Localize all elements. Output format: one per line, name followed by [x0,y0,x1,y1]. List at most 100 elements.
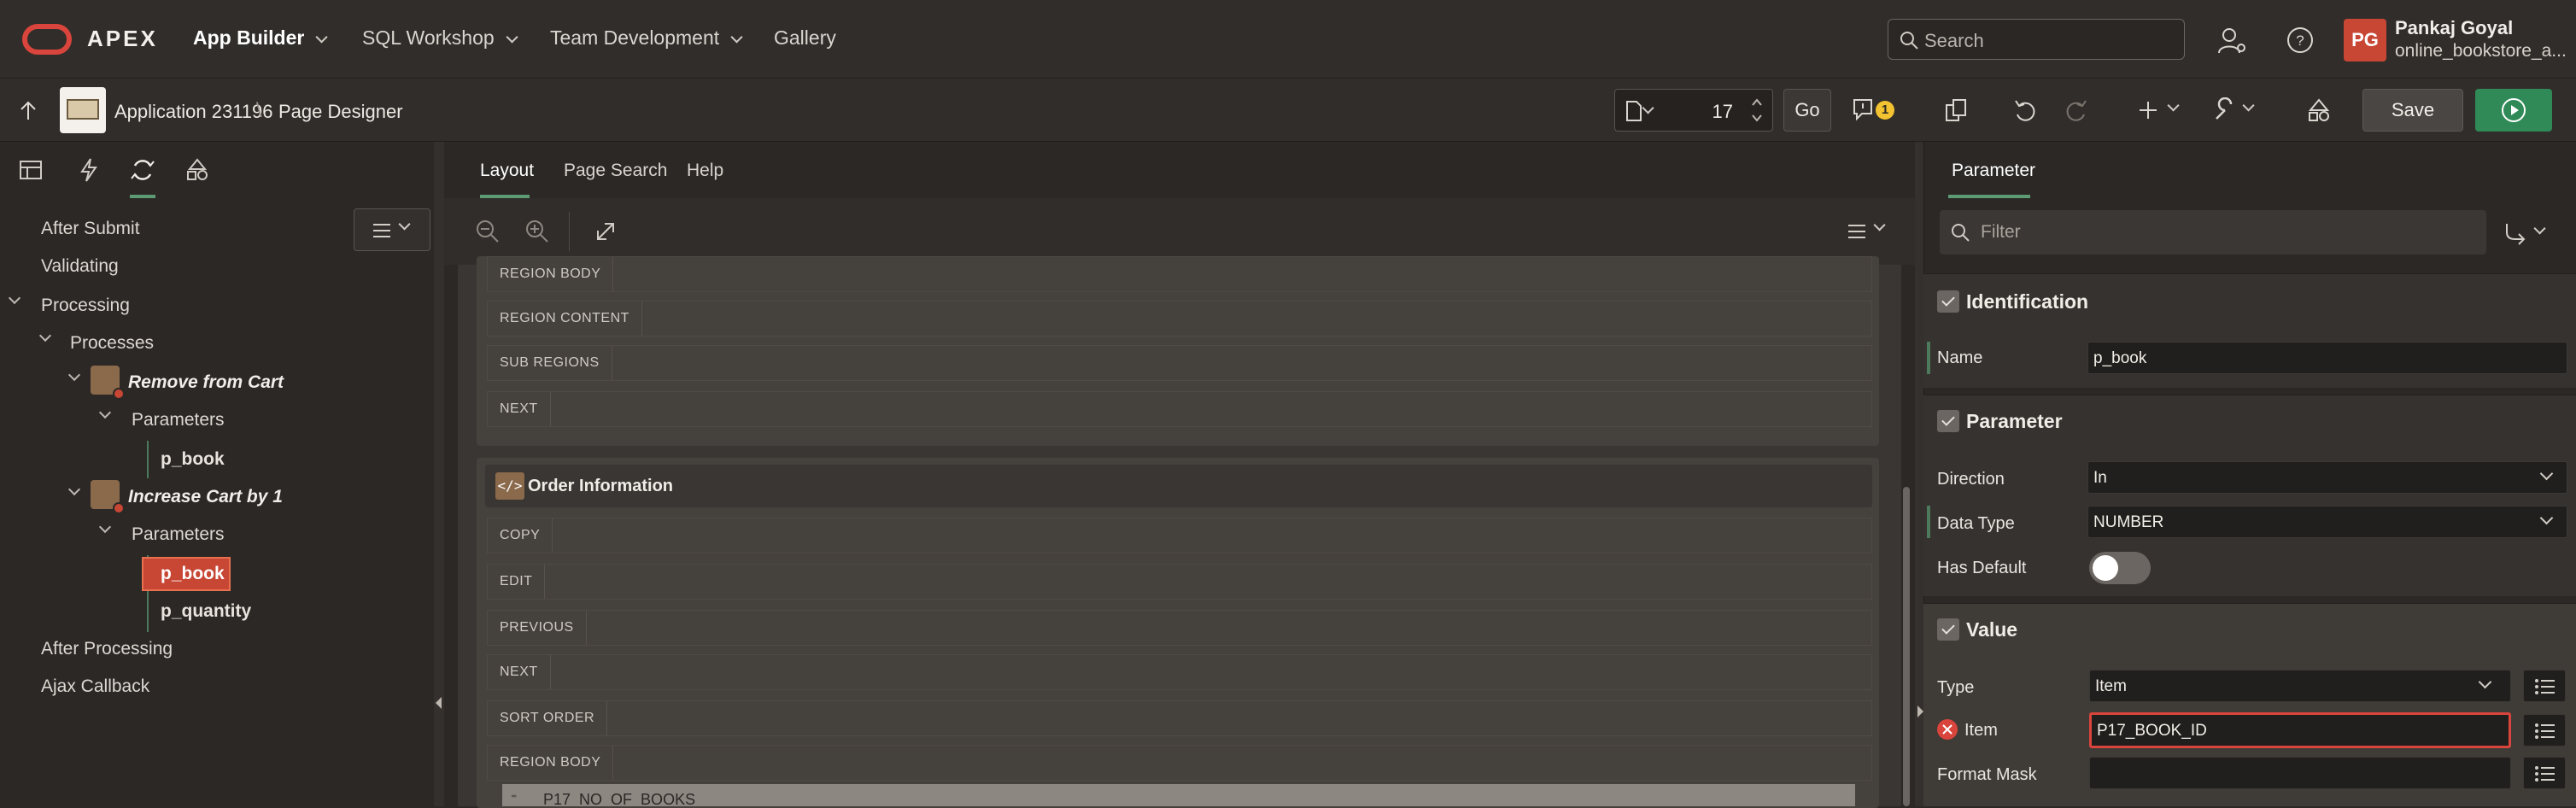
shapes-icon[interactable] [2306,97,2332,123]
tree-node-param-p-quantity[interactable]: p_quantity [161,601,251,622]
zoom-in-icon[interactable] [524,219,550,244]
tree-node-process-increase-cart[interactable]: Increase Cart by 1 [128,487,283,507]
tree-node-ajax-callback[interactable]: Ajax Callback [41,676,149,697]
tree-node-after-submit[interactable]: After Submit [41,219,140,239]
chevron-down-icon[interactable] [38,329,52,343]
collapse-left-icon[interactable] [436,697,442,709]
chevron-down-icon[interactable] [2533,222,2546,235]
name-field[interactable]: p_book [2087,342,2567,374]
menu-lines-icon[interactable] [1847,222,1867,241]
help-icon[interactable]: ? [2286,26,2315,55]
save-button[interactable]: Save [2362,89,2463,132]
filter-input[interactable]: Filter [1940,210,2486,255]
application-icon[interactable] [60,87,106,133]
tree-node-processing[interactable]: Processing [41,296,130,316]
tree-node-validating[interactable]: Validating [41,256,119,277]
user-name[interactable]: Pankaj Goyal [2395,17,2513,39]
type-select[interactable]: Item [2089,670,2511,702]
left-splitter[interactable] [434,142,444,806]
datatype-select[interactable]: NUMBER [2087,506,2567,538]
item-field[interactable]: P17_BOOK_ID [2089,712,2511,748]
format-mask-field[interactable] [2089,757,2511,789]
chevron-down-icon[interactable] [2242,99,2255,112]
apex-brand[interactable]: APEX [87,26,158,52]
tree-node-param-p-book-selected[interactable]: p_book [161,564,225,584]
global-search-input[interactable]: Search [1888,19,2185,60]
utilities-wrench-icon[interactable] [2212,97,2238,123]
region-header[interactable]: </> Order Information [485,465,1872,507]
item-list-button[interactable] [2523,714,2566,747]
page-item[interactable]: ⁼ P17_NO_OF_BOOKS [502,784,1855,806]
page-number-selector[interactable]: 17 [1614,89,1773,132]
direction-select[interactable]: In [2087,461,2567,494]
avatar[interactable]: PG [2344,19,2386,61]
tab-help[interactable]: Help [687,161,723,181]
page-number-input[interactable]: 17 [1712,101,1733,123]
shared-components-icon[interactable] [1944,97,1970,123]
chevron-down-icon[interactable] [8,291,21,305]
tree-node-process-remove-from-cart[interactable]: Remove from Cart [128,372,284,393]
tree-node-parameters[interactable]: Parameters [132,410,225,430]
create-plus-icon[interactable] [2137,99,2159,121]
processing-tab-icon[interactable] [130,157,155,183]
drop-slot-sub-regions[interactable]: SUB REGIONS [487,345,1872,381]
dynamic-actions-tab-icon[interactable] [79,157,99,183]
nav-team-development[interactable]: Team Development [550,26,743,50]
run-page-button[interactable] [2475,89,2552,132]
drop-slot-region-body[interactable]: REGION BODY [487,745,1872,781]
tree-node-param-p-book[interactable]: p_book [161,449,225,470]
layout-scrollbar[interactable] [1903,487,1910,806]
rendering-tab-icon[interactable] [19,159,44,181]
tree-menu-button[interactable] [354,208,430,251]
stepper-icon[interactable] [1750,95,1764,126]
filter-placeholder: Filter [1981,222,2021,242]
nav-sql-workshop[interactable]: SQL Workshop [362,26,518,50]
drop-slot-edit[interactable]: EDIT [487,564,1872,600]
tree-node-parameters[interactable]: Parameters [132,524,225,545]
drop-slot-next[interactable]: NEXT [487,391,1872,427]
tab-parameter[interactable]: Parameter [1952,161,2035,181]
collapse-checkbox-icon[interactable] [1937,290,1959,313]
nav-app-builder[interactable]: App Builder [193,26,328,50]
tree-node-after-processing[interactable]: After Processing [41,639,173,659]
drop-slot-region-content[interactable]: REGION CONTENT [487,301,1872,337]
tab-page-search[interactable]: Page Search [564,161,667,181]
has-default-toggle[interactable] [2089,552,2151,584]
tab-layout[interactable]: Layout [480,161,534,181]
go-button[interactable]: Go [1783,89,1831,132]
drop-slot-sort-order[interactable]: SORT ORDER [487,700,1872,736]
drop-slot-region-body[interactable]: REGION BODY [487,256,1872,292]
tree-node-processes[interactable]: Processes [70,333,154,354]
issues-icon[interactable] [1852,97,1874,121]
arrow-up-icon[interactable] [19,99,38,121]
redo-icon[interactable] [2064,97,2089,123]
application-breadcrumb[interactable]: Application 231196 [114,101,273,123]
shared-components-tab-icon[interactable] [184,157,210,183]
collapse-checkbox-icon[interactable] [1937,618,1959,641]
expand-icon[interactable] [594,220,617,243]
layout-toolbar [444,198,1915,265]
oracle-logo-icon[interactable] [22,24,72,55]
collapse-right-icon[interactable] [1917,706,1923,717]
chevron-down-icon[interactable] [2167,99,2180,112]
search-icon [1952,224,1970,242]
drop-slot-next[interactable]: NEXT [487,654,1872,690]
chevron-down-icon[interactable] [67,368,81,382]
section-title-identification[interactable]: Identification [1966,290,2088,313]
chevron-down-icon[interactable] [67,483,81,496]
drop-slot-copy[interactable]: COPY [487,518,1872,553]
zoom-out-icon[interactable] [475,219,501,244]
go-to-group-icon[interactable] [2503,220,2529,246]
undo-icon[interactable] [2012,97,2038,123]
section-title-parameter[interactable]: Parameter [1966,410,2063,433]
chevron-down-icon[interactable] [98,520,112,534]
chevron-down-icon[interactable] [1873,219,1886,231]
section-title-value[interactable]: Value [1966,618,2017,641]
format-mask-list-button[interactable] [2523,757,2566,789]
chevron-down-icon[interactable] [98,406,112,419]
list-button[interactable] [2523,670,2566,702]
drop-slot-previous[interactable]: PREVIOUS [487,610,1872,646]
collapse-checkbox-icon[interactable] [1937,410,1959,432]
user-admin-icon[interactable] [2217,26,2246,55]
nav-gallery[interactable]: Gallery [774,26,836,50]
